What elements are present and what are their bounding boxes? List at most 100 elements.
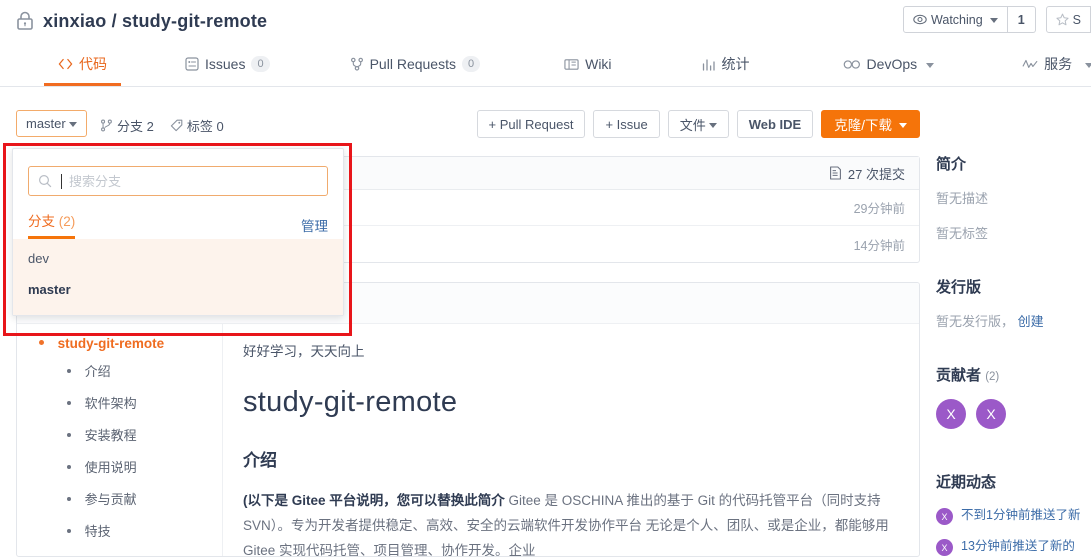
watch-count[interactable]: 1 [1007,6,1036,33]
tab-branches-label: 分支 [28,214,55,229]
repo-toolbar: master 分支 2 标签 0 + Pull Request + Issue … [0,87,1091,149]
sidebar-contributors-title: 贡献者 (2) [936,364,1091,385]
repo-meta-links: 分支 2 标签 0 [100,116,224,135]
sidebar-activity-title: 近期动态 [936,474,997,491]
star-button[interactable]: S [1045,6,1091,33]
branch-dropdown-panel: 分支 (2) 管理 dev master [12,148,344,316]
branch-list-item-dev[interactable]: dev [13,243,343,274]
web-ide-button[interactable]: Web IDE [736,110,814,138]
watch-button[interactable]: Watching [903,6,1008,33]
pulse-icon [1022,58,1038,70]
repo-header: xinxiao / study-git-remote Watching 1 S [0,0,1091,42]
activity-text: 不到1分钟前推送了新 [961,508,1081,522]
tab-wiki[interactable]: Wiki [564,42,612,86]
branch-selector-button[interactable]: master [16,110,87,137]
toc-item-4[interactable]: 参与贡献 [67,489,222,508]
readme-toc: study-git-remote 介绍 软件架构 安装教程 使用说明 参与贡献 … [17,324,223,556]
toc-item-3[interactable]: 使用说明 [67,457,222,476]
tab-code-label: 代码 [79,56,107,72]
contributor-avatars: X X [936,399,1091,429]
tab-branches[interactable]: 分支 (2) [28,210,76,239]
bullet-icon [67,497,71,501]
list-item[interactable]: X 不到1分钟前推送了新 [936,506,1091,525]
list-item[interactable]: X 13分钟前推送了新的 [936,537,1091,556]
chevron-down-icon [708,122,717,128]
commits-link[interactable]: 27 次提交 [829,164,905,183]
avatar[interactable]: X [976,399,1006,429]
toc-item-label: 使用说明 [84,460,137,475]
page-root: xinxiao / study-git-remote Watching 1 S … [0,0,1091,557]
tab-issues-count: 0 [251,56,270,72]
new-issue-button[interactable]: + Issue [593,110,660,138]
toc-item-2[interactable]: 安装教程 [67,425,222,444]
tab-devops[interactable]: DevOps [843,42,935,86]
branch-list-item-master[interactable]: master [13,274,343,305]
manage-branches-link[interactable]: 管理 [301,215,328,235]
tab-pull-requests[interactable]: Pull Requests 0 [350,42,481,86]
branches-link[interactable]: 分支 2 [100,116,154,135]
chevron-down-icon [989,18,998,23]
toc-item-5[interactable]: 特技 [67,521,222,540]
page-title: xinxiao / study-git-remote [43,11,267,32]
repo-name[interactable]: study-git-remote [122,11,267,31]
toc-item-label: 安装教程 [84,428,137,443]
lock-icon [17,11,33,30]
infinity-icon [843,59,861,70]
chevron-down-icon [68,122,77,127]
bullet-icon [67,529,71,533]
tab-issues-label: Issues [205,56,246,72]
issue-icon [185,57,199,71]
tab-wiki-label: Wiki [585,56,612,72]
tags-label: 标签 0 [186,119,224,134]
clone-download-button[interactable]: 克隆/下载 [821,110,920,138]
repo-owner[interactable]: xinxiao [43,11,106,31]
tab-code[interactable]: 代码 [44,42,121,86]
avatar[interactable]: X [936,399,966,429]
repo-action-buttons: + Pull Request + Issue 文件 Web IDE 克隆/下载 [476,110,920,138]
sidebar-no-description: 暂无描述 [936,191,989,206]
star-label: S [1072,12,1081,27]
repo-sidebar: 简介 暂无描述 暂无标签 发行版 暂无发行版， 创建 贡献者 (2) X X 近… [936,149,1091,557]
chevron-down-icon [1085,62,1091,68]
toc-item-1[interactable]: 软件架构 [67,393,222,412]
sidebar-release-title: 发行版 [936,279,982,296]
tab-issues[interactable]: Issues 0 [185,42,270,86]
chart-icon [702,58,716,71]
readme-paragraph: (以下是 Gitee 平台说明，您可以替换此简介 Gitee 是 OSCHINA… [243,488,893,556]
readme-tagline: 好好学习，天天向上 [243,344,365,359]
create-release-link[interactable]: 创建 [1018,314,1044,329]
tags-link[interactable]: 标签 0 [170,116,224,135]
chevron-down-icon [899,122,907,128]
branch-selector-label: master [26,116,66,131]
new-pull-request-button[interactable]: + Pull Request [476,110,586,138]
branch-list: dev master [13,239,343,315]
tab-services[interactable]: 服务 [1022,42,1091,86]
toc-item-label: 特技 [84,524,111,539]
search-icon [38,174,52,188]
activity-feed: X 不到1分钟前推送了新 X 13分钟前推送了新的 [936,506,1091,556]
text-cursor [61,173,62,189]
toc-item-label: 介绍 [84,364,111,379]
contributors-count: (2) [985,371,1000,383]
avatar: X [936,508,953,525]
search-input[interactable] [69,173,318,189]
activity-text: 13分钟前推送了新的 [961,539,1075,553]
tab-statistics[interactable]: 统计 [702,42,750,86]
branch-search-box[interactable] [28,166,328,196]
tab-pull-requests-count: 0 [461,56,481,72]
tab-devops-label: DevOps [866,56,918,72]
commits-count-label: 27 次提交 [847,166,905,182]
toc-item-0[interactable]: 介绍 [67,361,222,380]
toc-root-item: study-git-remote 介绍 软件架构 安装教程 使用说明 参与贡献 … [39,336,222,540]
avatar: X [936,539,953,556]
toc-root-label[interactable]: study-git-remote [58,336,165,351]
chevron-down-icon [926,62,935,68]
branches-label: 分支 2 [117,119,154,134]
tab-services-label: 服务 [1044,56,1073,72]
bullet-icon [67,401,71,405]
tab-pull-requests-label: Pull Requests [369,56,456,72]
bullet-icon [67,433,71,437]
commit-age: 14分钟前 [853,238,905,253]
readme-heading-2: 介绍 [243,451,277,470]
files-dropdown-button[interactable]: 文件 [667,110,729,138]
